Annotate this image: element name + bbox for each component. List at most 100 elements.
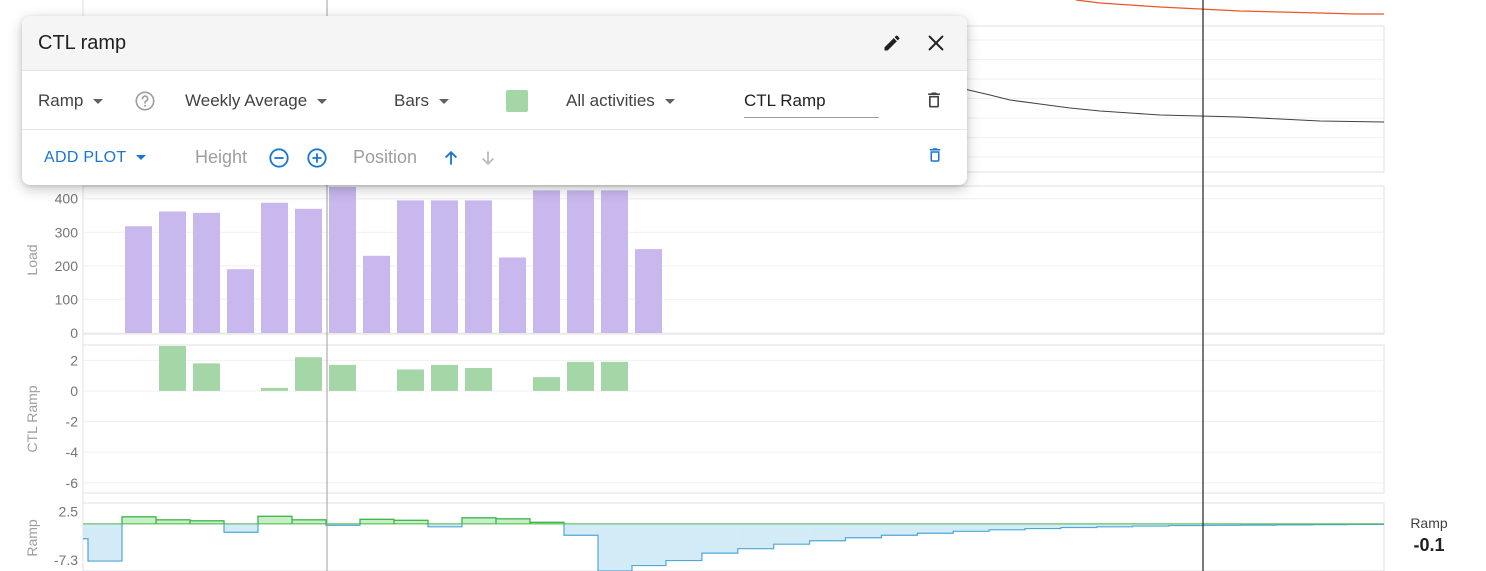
height-label: Height — [195, 147, 248, 167]
ramp-negative-area — [564, 523, 598, 536]
ramp-negative-area — [845, 523, 882, 538]
ramp-y-ticks: 2.5 -7.3 — [54, 503, 78, 568]
ramp-negative-area — [809, 523, 846, 541]
ctl-ramp-bar — [601, 361, 628, 391]
ramp-negative-area — [917, 523, 954, 534]
ctl-ramp-bar — [261, 387, 288, 391]
cursor-readout: Ramp -0.1 — [1394, 515, 1464, 556]
ramp-negative-area — [1025, 523, 1061, 529]
ctl-ramp-bar — [397, 369, 424, 391]
chevron-down-icon — [136, 155, 147, 160]
ramp-negative-area — [632, 523, 666, 566]
arrow-up-icon[interactable] — [439, 146, 463, 170]
load-bar — [295, 208, 322, 333]
ramp-negative-area — [881, 523, 918, 536]
ctl-ramp-bar — [431, 364, 458, 391]
ramp-negative-area — [598, 523, 632, 571]
help-circle-icon[interactable] — [134, 90, 156, 112]
load-bar — [159, 211, 186, 333]
activity-filter-select[interactable]: All activities — [566, 72, 675, 130]
plot-name-input[interactable] — [744, 86, 879, 118]
plus-circle-icon[interactable] — [305, 146, 329, 170]
chevron-down-icon — [438, 98, 449, 104]
ctl-ramp-bar — [159, 346, 186, 391]
ramp-positive-area — [462, 517, 496, 524]
ramp-positive-area — [122, 516, 156, 524]
y-tick-label: 300 — [55, 224, 79, 240]
add-plot-button[interactable]: ADD PLOT — [44, 130, 147, 185]
y-tick-label: 0 — [70, 325, 78, 341]
ctl-ramp-bar — [567, 361, 594, 391]
ramp-positive-area — [360, 519, 394, 524]
y-tick-label: -7.3 — [54, 552, 78, 568]
y-tick-label: 2 — [70, 352, 78, 368]
load-plot: 0 100 200 300 400 Load — [24, 187, 662, 341]
activity-filter-select-value: All activities — [566, 91, 655, 110]
ctl-ramp-bar — [295, 357, 322, 391]
minus-circle-icon[interactable] — [267, 146, 291, 170]
dialog-header: CTL ramp — [22, 16, 967, 71]
close-icon[interactable] — [921, 28, 951, 58]
y-tick-label: -4 — [66, 444, 79, 460]
pencil-icon[interactable] — [877, 28, 907, 58]
load-bar — [601, 190, 628, 333]
load-bar — [363, 255, 390, 333]
chart-style-select[interactable]: Bars — [394, 72, 449, 130]
load-bar — [397, 200, 424, 333]
ctl-ramp-y-ticks: 2 0 -2 -4 -6 — [66, 352, 79, 491]
chart-style-select-value: Bars — [394, 91, 429, 110]
y-tick-label: -2 — [66, 414, 79, 430]
chevron-down-icon — [317, 98, 328, 104]
load-bar — [227, 269, 254, 333]
ctl-ramp-bar — [533, 377, 560, 391]
position-label: Position — [353, 147, 418, 167]
orange-trace — [1075, 0, 1384, 15]
load-bar — [431, 200, 458, 333]
plot-actions-row: ADD PLOT Height Position — [22, 130, 967, 185]
y-tick-label: -6 — [66, 475, 79, 491]
dialog-title: CTL ramp — [38, 31, 127, 54]
ctl-ramp-bar — [193, 363, 220, 391]
ramp-negative-area — [224, 523, 258, 533]
ctl-ramp-plot: 2 0 -2 -4 -6 CTL Ramp — [24, 346, 628, 491]
load-bar — [567, 190, 594, 333]
load-bar — [193, 212, 220, 333]
aggregation-select[interactable]: Weekly Average — [185, 72, 328, 130]
ramp-negative-area — [953, 523, 990, 532]
ctl-ramp-bar — [329, 364, 356, 391]
load-bars — [125, 187, 662, 333]
chevron-down-icon — [93, 98, 104, 104]
metric-select-value: Ramp — [38, 91, 84, 110]
ramp-negative-area — [737, 523, 774, 549]
readout-label: Ramp — [1410, 515, 1448, 531]
y-tick-label: 200 — [55, 258, 79, 274]
ramp-negative-area — [88, 523, 122, 562]
y-tick-label: 0 — [70, 383, 78, 399]
ramp-negative-area — [701, 523, 738, 554]
load-bar — [635, 249, 662, 333]
ctl-ramp-bar — [465, 367, 492, 391]
load-axis-label: Load — [24, 244, 40, 275]
delete-plot-icon[interactable] — [926, 146, 948, 168]
ramp-axis-label: Ramp — [24, 519, 40, 557]
ramp-positive-area — [496, 518, 530, 524]
ramp-area — [83, 515, 1384, 571]
ramp-plot: 2.5 -7.3 Ramp — [24, 503, 1384, 571]
arrow-down-icon[interactable] — [476, 146, 500, 170]
metric-select[interactable]: Ramp — [38, 72, 104, 130]
load-bar — [533, 190, 560, 333]
y-tick-label: 400 — [55, 191, 79, 207]
aggregation-select-value: Weekly Average — [185, 91, 308, 110]
chevron-down-icon — [664, 98, 675, 104]
load-y-ticks: 0 100 200 300 400 — [55, 191, 79, 341]
y-tick-label: 100 — [55, 291, 79, 307]
trash-icon[interactable] — [924, 90, 946, 112]
load-bar — [329, 187, 356, 333]
y-tick-label: 2.5 — [59, 503, 79, 519]
color-swatch[interactable] — [506, 90, 528, 112]
load-bar — [125, 226, 152, 333]
ramp-negative-area — [83, 523, 88, 539]
ctl-ramp-bars — [159, 346, 628, 391]
ramp-negative-area — [989, 523, 1025, 530]
ramp-negative-area — [773, 523, 810, 545]
